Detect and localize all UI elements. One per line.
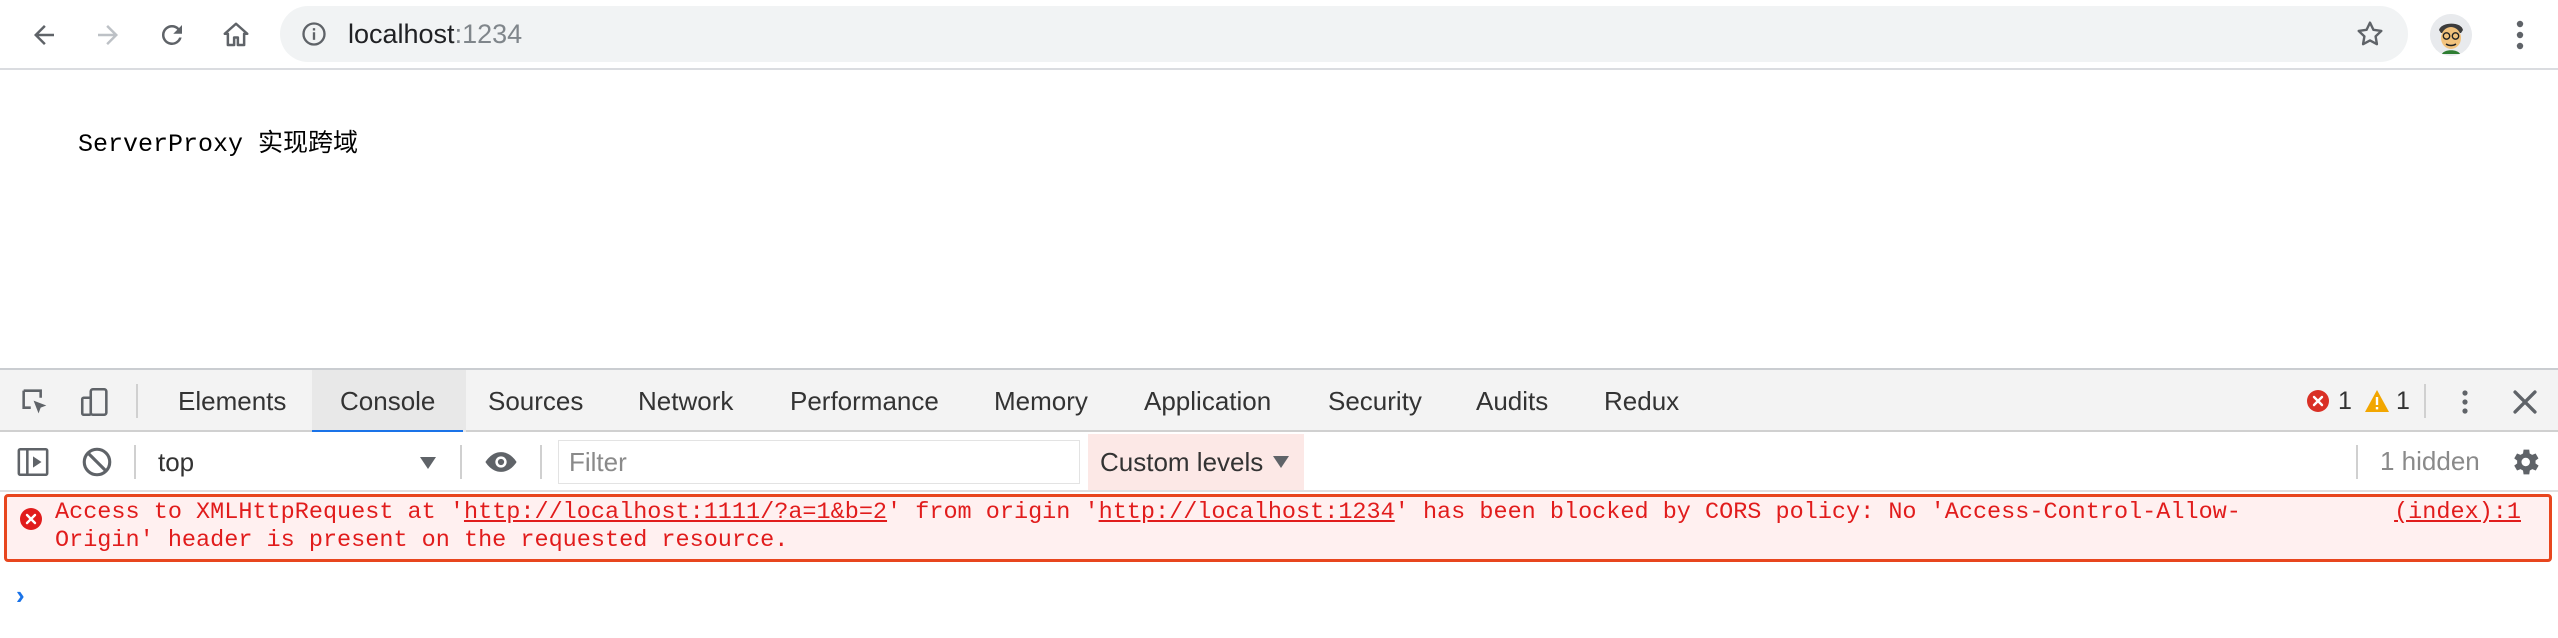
bookmark-star-icon[interactable] (2354, 18, 2386, 50)
url-port: :1234 (454, 19, 523, 49)
context-selector[interactable]: top (140, 441, 450, 483)
context-value: top (158, 446, 195, 477)
reload-icon[interactable] (150, 13, 194, 57)
tab-elements[interactable]: Elements (176, 370, 288, 432)
chevron-down-icon (420, 457, 436, 469)
error-icon (20, 508, 42, 530)
console-error-message: Access to XMLHttpRequest at 'http://loca… (4, 494, 2552, 562)
warning-count: 1 (2396, 386, 2410, 415)
message-source-link[interactable]: (index):1 (2394, 499, 2521, 527)
toolbar-divider (136, 384, 138, 418)
clear-console-icon[interactable] (80, 445, 114, 479)
console-filter-input[interactable] (558, 440, 1080, 484)
request-url-link[interactable]: http://localhost:1111/?a=1&b=2 (464, 499, 887, 526)
close-devtools-icon[interactable] (2508, 385, 2542, 419)
toolbar-divider (2356, 445, 2358, 479)
tab-network[interactable]: Network (636, 370, 735, 432)
console-settings-gear-icon[interactable] (2508, 445, 2542, 479)
url-host: localhost (348, 19, 455, 49)
log-levels-label: Custom levels (1100, 446, 1264, 477)
forward-icon[interactable] (86, 13, 130, 57)
browser-toolbar: localhost:1234 (0, 0, 2558, 70)
inspect-element-icon[interactable] (18, 385, 52, 419)
tab-sources[interactable]: Sources (486, 370, 585, 432)
home-icon[interactable] (214, 13, 258, 57)
tab-application[interactable]: Application (1142, 370, 1273, 432)
chevron-down-icon (1273, 456, 1290, 468)
warning-counter[interactable]: 1 (2364, 386, 2410, 416)
page-viewport: ServerProxy 实现跨域 (0, 70, 2558, 368)
device-toolbar-icon[interactable] (78, 385, 112, 419)
profile-avatar[interactable] (2430, 14, 2472, 56)
show-sidebar-icon[interactable] (16, 445, 50, 479)
hidden-messages-count: 1 hidden (2380, 446, 2480, 476)
message-part: ' from origin ' (887, 499, 1099, 526)
console-toolbar: top Custom levels 1 hidden (0, 432, 2558, 492)
devtools-menu-icon[interactable] (2448, 385, 2482, 419)
url-text: localhost:1234 (348, 20, 522, 48)
browser-menu-icon[interactable] (2500, 14, 2540, 56)
tab-console[interactable]: Console (311, 370, 464, 434)
error-icon (2307, 390, 2329, 412)
log-levels-dropdown[interactable]: Custom levels (1088, 434, 1304, 490)
tab-audits[interactable]: Audits (1474, 370, 1550, 432)
toolbar-divider (134, 445, 136, 479)
toolbar-divider (460, 445, 462, 479)
address-bar[interactable]: localhost:1234 (280, 6, 2408, 62)
toolbar-divider (540, 445, 542, 479)
info-icon[interactable] (300, 20, 328, 48)
page-heading: ServerProxy 实现跨域 (78, 130, 359, 159)
console-prompt-chevron-icon[interactable]: › (16, 580, 25, 611)
tab-security[interactable]: Security (1326, 370, 1424, 432)
live-expression-eye-icon[interactable] (484, 445, 518, 479)
tab-redux[interactable]: Redux (1602, 370, 1681, 432)
error-message-text: Access to XMLHttpRequest at 'http://loca… (55, 499, 2315, 555)
error-count: 1 (2338, 386, 2352, 415)
error-counter[interactable]: 1 (2306, 386, 2352, 416)
devtools-panel: Elements Console Sources Network Perform… (0, 368, 2558, 638)
back-icon[interactable] (22, 13, 66, 57)
toolbar-divider (2424, 384, 2426, 418)
devtools-tabbar: Elements Console Sources Network Perform… (0, 370, 2558, 434)
warning-icon (2365, 390, 2389, 412)
tab-performance[interactable]: Performance (788, 370, 941, 432)
tab-memory[interactable]: Memory (992, 370, 1090, 432)
origin-url-link[interactable]: http://localhost:1234 (1099, 499, 1395, 526)
message-part: Access to XMLHttpRequest at ' (55, 499, 464, 526)
